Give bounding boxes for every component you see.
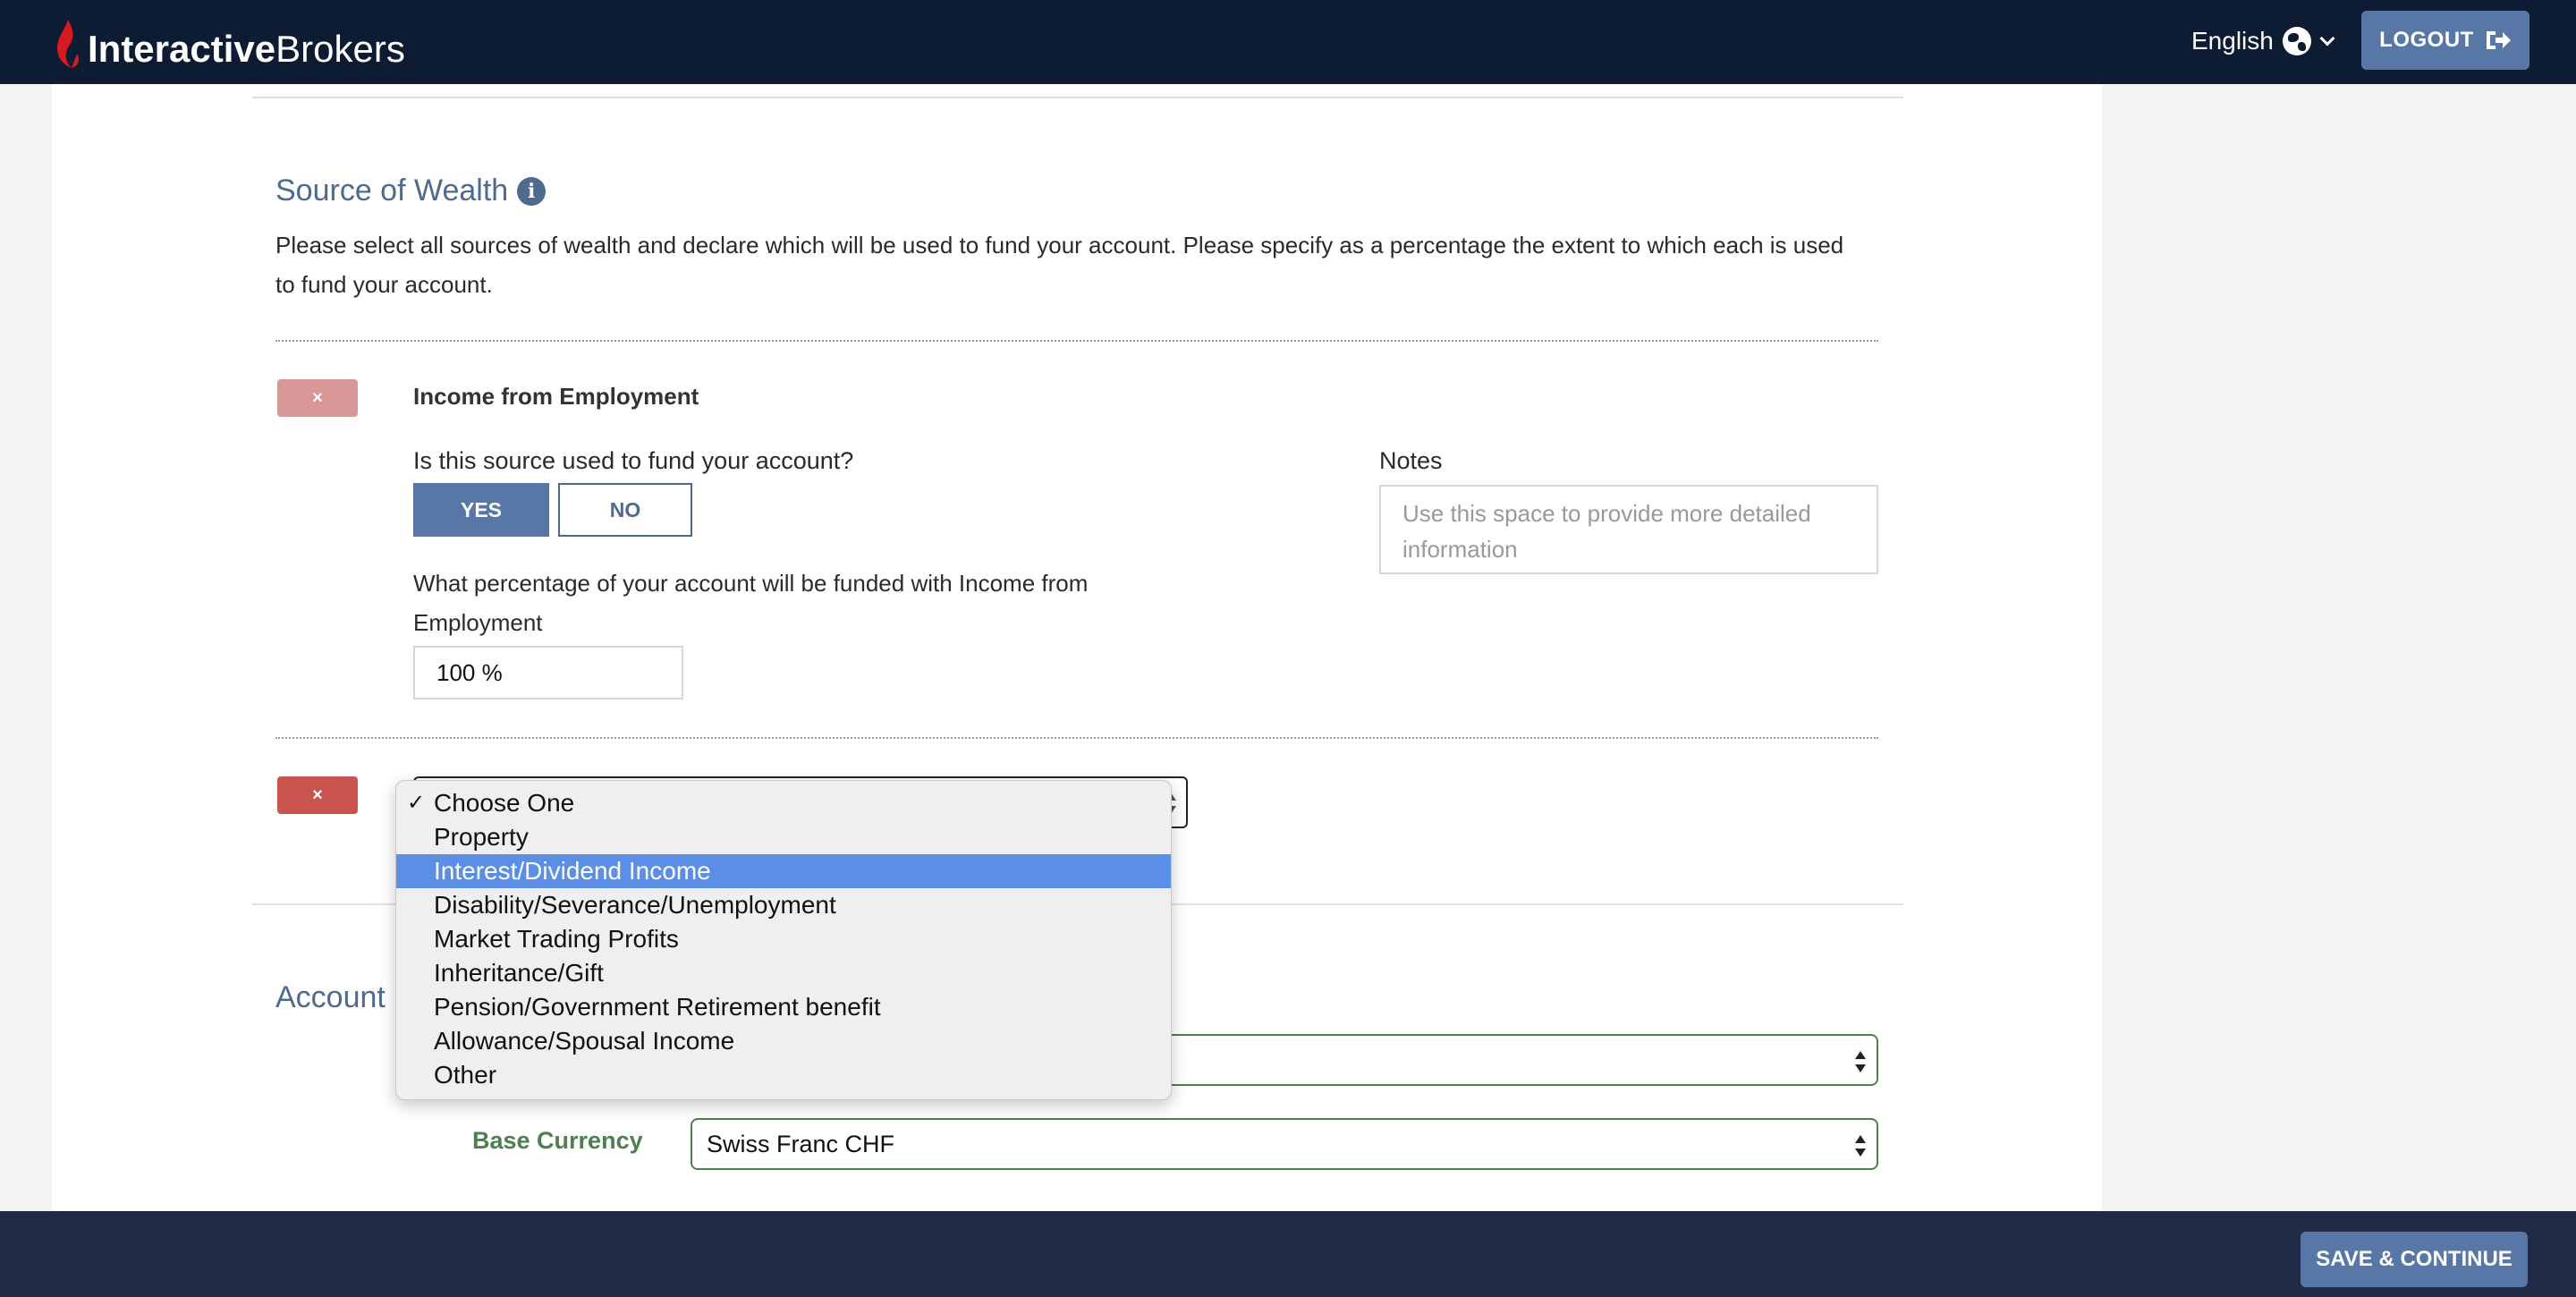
language-selector[interactable]: English	[2191, 23, 2335, 59]
base-currency-select[interactable]: Swiss Franc CHF	[691, 1118, 1878, 1170]
dropdown-option[interactable]: Allowance/Spousal Income	[396, 1024, 1171, 1058]
remove-source-button[interactable]: ×	[277, 776, 358, 814]
dropdown-option[interactable]: Disability/Severance/Unemployment	[396, 888, 1171, 922]
base-currency-label: Base Currency	[472, 1127, 643, 1154]
globe-icon	[2282, 27, 2311, 55]
dotted-divider	[275, 340, 1878, 342]
logo-text-light: Brokers	[275, 28, 405, 70]
info-icon[interactable]: i	[517, 176, 547, 206]
notes-label: Notes	[1379, 447, 1443, 474]
ib-logo-icon	[57, 20, 79, 68]
dropdown-option[interactable]: Pension/Government Retirement benefit	[396, 990, 1171, 1024]
yes-button[interactable]: YES	[413, 483, 549, 537]
divider	[252, 97, 1903, 98]
logout-button[interactable]: LOGOUT	[2361, 11, 2529, 70]
save-continue-button[interactable]: SAVE & CONTINUE	[2301, 1232, 2528, 1287]
source-dropdown-list[interactable]: ✓ Choose One Property Interest/Dividend I…	[395, 780, 1172, 1100]
select-arrows-icon	[1855, 1135, 1866, 1157]
dropdown-option[interactable]: ✓ Choose One	[396, 786, 1171, 820]
close-icon: ×	[312, 387, 323, 408]
language-label: English	[2191, 27, 2274, 55]
section-title: Source of Wealth i	[275, 174, 547, 208]
checkmark-icon: ✓	[407, 791, 426, 815]
section-description: Please select all sources of wealth and …	[275, 232, 1844, 298]
logout-label: LOGOUT	[2379, 28, 2474, 52]
dropdown-option[interactable]: Market Trading Profits	[396, 922, 1171, 956]
dropdown-option[interactable]: Inheritance/Gift	[396, 956, 1171, 990]
select-arrows-icon	[1855, 1051, 1866, 1072]
top-header: InteractiveBrokers English LOGOUT	[0, 0, 2576, 84]
remove-source-button[interactable]: ×	[277, 379, 358, 417]
ib-logo[interactable]: InteractiveBrokers	[52, 16, 405, 70]
chevron-down-icon	[2319, 30, 2335, 47]
percentage-label: What percentage of your account will be …	[413, 570, 1089, 636]
base-currency-value: Swiss Franc CHF	[707, 1130, 895, 1157]
dropdown-option[interactable]: Other	[396, 1058, 1171, 1092]
notes-textarea[interactable]: Use this space to provide more detailed …	[1379, 485, 1878, 574]
percentage-input[interactable]: 100 %	[413, 646, 683, 699]
logo-text-bold: Interactive	[88, 28, 276, 70]
no-button[interactable]: NO	[558, 483, 692, 537]
close-icon: ×	[312, 784, 323, 805]
dropdown-option-highlighted[interactable]: Interest/Dividend Income	[396, 854, 1171, 888]
source-title: Income from Employment	[413, 383, 699, 410]
account-section-title: Account	[275, 980, 386, 1014]
dotted-divider	[275, 737, 1878, 739]
footer-bar	[0, 1211, 2576, 1297]
dropdown-option[interactable]: Property	[396, 820, 1171, 854]
logout-icon	[2486, 31, 2511, 49]
fund-question-label: Is this source used to fund your account…	[413, 447, 854, 474]
